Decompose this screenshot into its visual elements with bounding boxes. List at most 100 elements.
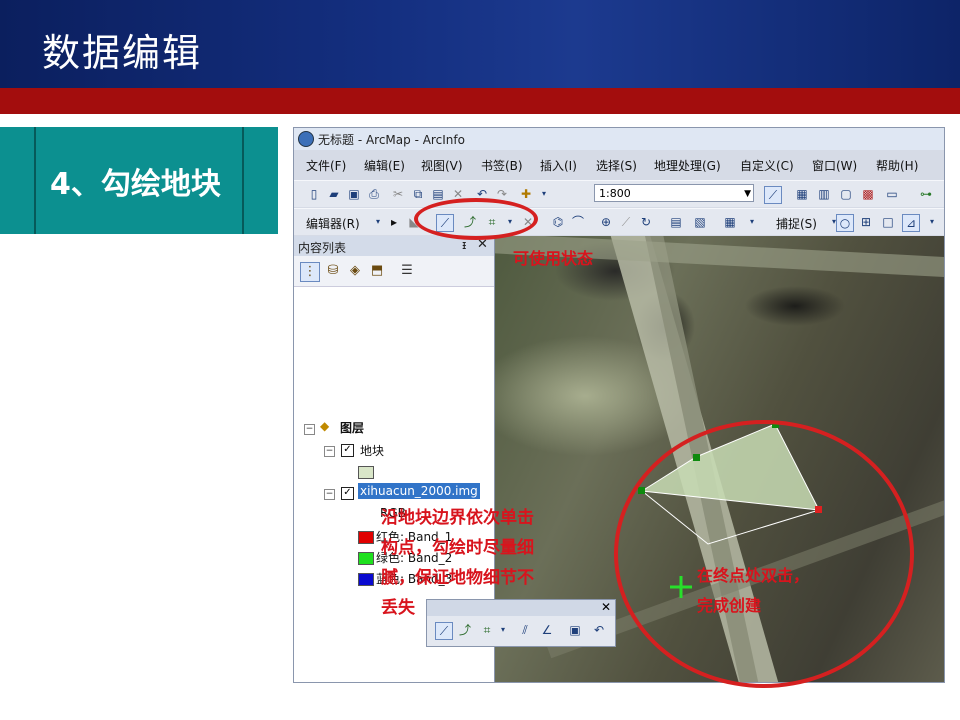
list-by-drawing-order-icon[interactable]: ⋮	[300, 262, 320, 282]
create-features-icon[interactable]: ▦	[722, 214, 738, 230]
reshape-icon[interactable]: ⌒	[570, 214, 586, 230]
layer-image-name[interactable]: xihuacun_2000.img	[358, 483, 480, 499]
construction-dropdown-icon[interactable]: ▾	[495, 622, 511, 638]
layer-parcels-name[interactable]: 地块	[360, 442, 384, 459]
edit-tool-icon[interactable]: ▸	[386, 214, 402, 230]
edge-snap-icon[interactable]: ⊿	[902, 214, 920, 232]
cut-polygons-icon[interactable]: ⊕	[598, 214, 614, 230]
vertex-snap-icon[interactable]: □	[880, 214, 896, 230]
section-label-box: 4、勾绘地块	[0, 127, 278, 234]
snapping-menu-label[interactable]: 捕捉(S)	[776, 215, 817, 232]
curve-segment-icon[interactable]: ⤴	[457, 622, 473, 638]
polygon-highlight-ellipse	[614, 420, 914, 688]
open-icon[interactable]: ▰	[326, 186, 342, 202]
end-snap-icon[interactable]: ⊞	[858, 214, 874, 230]
snapping-overflow-icon[interactable]: ▾	[924, 214, 940, 230]
layers-icon: ◆	[320, 419, 330, 433]
edit-vertices-icon[interactable]: ⌬	[550, 214, 566, 230]
search-window-icon[interactable]: ▢	[838, 186, 854, 202]
slide-title: 数据编辑	[42, 31, 203, 75]
toc-toolbar: ⋮ ⛁ ◈ ⬒ ☰	[294, 256, 494, 287]
annotation-line: 腻，保证地物细节不	[381, 568, 534, 588]
annotation-instruction: 沿地块边界依次单击 构点，勾绘时尽量细 腻，保证地物细节不 丢失	[381, 503, 534, 623]
standard-toolbar: ▯ ▰ ▣ ⎙ ✂ ⧉ ▤ ✕ ↶ ↷ ✚ ▾ 1:800 ▼ ⟋ ▦ ▥ ▢ …	[294, 180, 944, 207]
point-snap-icon[interactable]: ○	[836, 214, 854, 232]
annotation-line: 在终点处双击，	[697, 566, 810, 585]
list-by-source-icon[interactable]: ⛁	[324, 262, 342, 280]
menu-customize[interactable]: 自定义(C)	[740, 157, 794, 174]
editor-dropdown-icon[interactable]: ▾	[370, 214, 386, 230]
window-title: 无标题 - ArcMap - ArcInfo	[318, 133, 465, 147]
parcel-symbol-swatch[interactable]	[358, 466, 374, 479]
menu-bookmarks[interactable]: 书签(B)	[481, 157, 523, 174]
layer-visibility-checkbox[interactable]: ✓	[341, 487, 354, 500]
undo-icon[interactable]: ↶	[591, 622, 607, 638]
editor-overflow-icon[interactable]: ▾	[744, 214, 760, 230]
toolbar-highlight-ellipse	[414, 198, 538, 240]
new-icon[interactable]: ▯	[306, 186, 322, 202]
editor-menu-label[interactable]: 编辑器(R)	[306, 215, 360, 232]
toc-root-layers[interactable]: 图层	[340, 419, 364, 436]
add-data-icon[interactable]: ✚	[518, 186, 534, 202]
straight-segment-icon[interactable]: ⟋	[435, 622, 453, 640]
annotation-line: 完成创建	[697, 596, 762, 615]
table-icon[interactable]: ▦	[794, 186, 810, 202]
chevron-down-icon: ▼	[744, 189, 751, 199]
band-red-swatch	[358, 531, 374, 544]
menu-bar: 文件(F) 编辑(E) 视图(V) 书签(B) 插入(I) 选择(S) 地理处理…	[294, 154, 944, 176]
catalog-icon[interactable]: ▥	[816, 186, 832, 202]
copy-icon[interactable]: ⧉	[410, 186, 426, 202]
band-blue-swatch	[358, 573, 374, 586]
map-scale-combo[interactable]: 1:800 ▼	[594, 184, 754, 202]
python-window-icon[interactable]: ▭	[884, 186, 900, 202]
menu-file[interactable]: 文件(F)	[306, 157, 346, 174]
collapse-icon[interactable]: −	[304, 424, 315, 435]
menu-windows[interactable]: 窗口(W)	[812, 157, 857, 174]
section-label-right-cell	[242, 127, 278, 234]
annotation-line: 丢失	[381, 598, 415, 618]
list-by-visibility-icon[interactable]: ◈	[346, 262, 364, 280]
arctoolbox-icon[interactable]: ▩	[860, 186, 876, 202]
collapse-icon[interactable]: −	[324, 489, 335, 500]
close-icon[interactable]: ✕	[601, 600, 611, 614]
paste-icon[interactable]: ▤	[430, 186, 446, 202]
attributes-icon[interactable]: ▤	[668, 214, 684, 230]
menu-geoprocessing[interactable]: 地理处理(G)	[654, 157, 721, 174]
print-icon[interactable]: ⎙	[366, 186, 382, 202]
split-tool-icon[interactable]: ⟋	[618, 214, 634, 230]
right-angle-icon[interactable]: ∠	[539, 622, 555, 638]
pin-icon[interactable]: ᵻ	[462, 238, 466, 252]
menu-edit[interactable]: 编辑(E)	[364, 157, 405, 174]
annotation-finish: 在终点处双击， 完成创建	[697, 561, 809, 621]
toc-title: 内容列表	[298, 241, 347, 255]
toc-options-icon[interactable]: ☰	[398, 262, 416, 280]
header-accent-bar	[0, 88, 960, 114]
editor-toolbar-icon[interactable]: ⟋	[764, 186, 782, 204]
annotation-line: 构点，勾绘时尽量细	[381, 538, 534, 558]
collapse-icon[interactable]: −	[324, 446, 335, 457]
menu-view[interactable]: 视图(V)	[421, 157, 463, 174]
menu-selection[interactable]: 选择(S)	[596, 157, 637, 174]
model-builder-icon[interactable]: ⊶	[918, 186, 934, 202]
sketch-properties-icon[interactable]: ▧	[692, 214, 708, 230]
list-by-selection-icon[interactable]: ⬒	[368, 262, 386, 280]
band-green-swatch	[358, 552, 374, 565]
slide-header: 数据编辑	[0, 0, 960, 88]
map-scale-value: 1:800	[599, 187, 631, 200]
section-label: 4、勾绘地块	[50, 167, 221, 202]
finish-sketch-icon[interactable]: ▣	[567, 622, 583, 638]
window-titlebar: 无标题 - ArcMap - ArcInfo	[294, 128, 944, 150]
menu-help[interactable]: 帮助(H)	[876, 157, 918, 174]
trace-tool-icon[interactable]: ⌗	[479, 622, 495, 638]
add-data-dropdown-icon[interactable]: ▾	[536, 186, 552, 202]
layer-visibility-checkbox[interactable]: ✓	[341, 444, 354, 457]
rotate-icon[interactable]: ↻	[638, 214, 654, 230]
menu-insert[interactable]: 插入(I)	[540, 157, 577, 174]
cut-icon[interactable]: ✂	[390, 186, 406, 202]
editor-toolbar: 编辑器(R) ▾ ▸ ◣ ⟋ ⤴ ⌗ ▾ ✕ ⌬ ⌒ ⊕ ⟋ ↻ ▤ ▧ ▦ ▾…	[294, 208, 944, 235]
section-label-left-cell	[0, 127, 36, 234]
annotation-available-state: 可使用状态	[513, 249, 594, 268]
parallel-icon[interactable]: ⫽	[517, 622, 533, 638]
save-icon[interactable]: ▣	[346, 186, 362, 202]
annotation-line: 沿地块边界依次单击	[381, 508, 534, 528]
